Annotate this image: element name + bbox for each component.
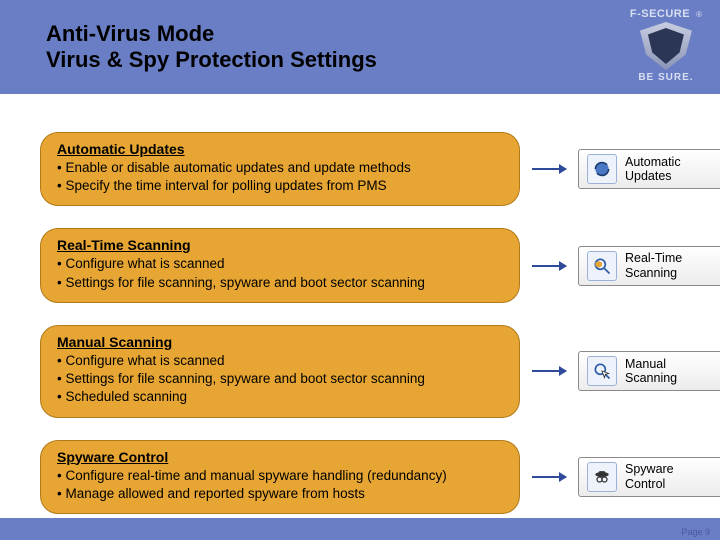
card-bullet: • Configure what is scanned — [57, 255, 501, 273]
card-title: Spyware Control — [57, 449, 501, 465]
card-bullet: • Settings for file scanning, spyware an… — [57, 274, 501, 292]
tile-label: Manual Scanning — [625, 357, 677, 386]
tile-label: Real-Time Scanning — [625, 251, 682, 280]
tile-label: Automatic Updates — [625, 155, 681, 184]
tile-label: Spyware Control — [625, 462, 674, 491]
section-spyware-control: Spyware Control • Configure real-time an… — [40, 440, 704, 514]
section-real-time-scanning: Real-Time Scanning • Configure what is s… — [40, 228, 704, 302]
slide-header: Anti-Virus Mode Virus & Spy Protection S… — [0, 0, 720, 94]
card-bullet: • Configure what is scanned — [57, 352, 501, 370]
arrow-icon — [532, 265, 566, 267]
card-title: Real-Time Scanning — [57, 237, 501, 253]
card-bullet: • Enable or disable automatic updates an… — [57, 159, 501, 177]
card-bullet: • Configure real-time and manual spyware… — [57, 467, 501, 485]
magnifier-cursor-icon — [587, 356, 617, 386]
card-bullet: • Manage allowed and reported spyware fr… — [57, 485, 501, 503]
arrow-icon — [532, 476, 566, 478]
title-line-1: Anti-Virus Mode — [46, 21, 377, 47]
magnifier-shield-icon — [587, 251, 617, 281]
brand-shield-icon — [640, 22, 692, 70]
brand-tagline: BE SURE. — [638, 72, 693, 83]
card-real-time-scanning: Real-Time Scanning • Configure what is s… — [40, 228, 520, 302]
slide-body: Automatic Updates • Enable or disable au… — [0, 94, 720, 514]
card-spyware-control: Spyware Control • Configure real-time an… — [40, 440, 520, 514]
brand-block: F-SECURE ® BE SURE. — [630, 8, 702, 83]
brand-registered: ® — [696, 10, 702, 19]
brand-name: F-SECURE — [630, 8, 690, 20]
card-bullet: • Scheduled scanning — [57, 388, 501, 406]
section-manual-scanning: Manual Scanning • Configure what is scan… — [40, 325, 704, 418]
arrow-icon — [532, 370, 566, 372]
section-automatic-updates: Automatic Updates • Enable or disable au… — [40, 132, 704, 206]
tile-manual-scanning[interactable]: Manual Scanning — [578, 351, 720, 391]
card-title: Automatic Updates — [57, 141, 501, 157]
tile-real-time-scanning[interactable]: Real-Time Scanning — [578, 246, 720, 286]
card-bullet: • Settings for file scanning, spyware an… — [57, 370, 501, 388]
card-manual-scanning: Manual Scanning • Configure what is scan… — [40, 325, 520, 418]
globe-refresh-icon — [587, 154, 617, 184]
card-title: Manual Scanning — [57, 334, 501, 350]
title-line-2: Virus & Spy Protection Settings — [46, 47, 377, 73]
slide-footer-bar — [0, 518, 720, 540]
slide-title: Anti-Virus Mode Virus & Spy Protection S… — [46, 21, 377, 74]
page-number: Page 9 — [681, 527, 710, 537]
spy-icon — [587, 462, 617, 492]
card-bullet: • Specify the time interval for polling … — [57, 177, 501, 195]
tile-automatic-updates[interactable]: Automatic Updates — [578, 149, 720, 189]
arrow-icon — [532, 168, 566, 170]
card-automatic-updates: Automatic Updates • Enable or disable au… — [40, 132, 520, 206]
tile-spyware-control[interactable]: Spyware Control — [578, 457, 720, 497]
